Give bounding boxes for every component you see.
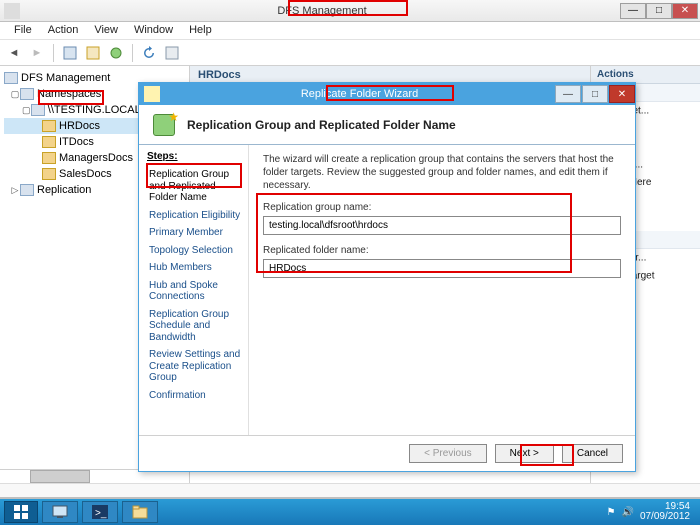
- system-tray: ⚑ 🔊 19:54 07/09/2012: [607, 502, 696, 522]
- app-icon: [4, 3, 20, 19]
- svg-text:>_: >_: [95, 508, 107, 519]
- tray-flag-icon[interactable]: ⚑: [607, 507, 616, 518]
- step-hub-spoke[interactable]: Hub and Spoke Connections: [147, 277, 246, 306]
- back-button[interactable]: ◄: [4, 43, 24, 63]
- group-name-label: Replication group name:: [263, 202, 621, 213]
- next-button[interactable]: Next >: [495, 444, 554, 463]
- tree-label: HRDocs: [59, 120, 100, 132]
- toolbar-btn-1[interactable]: [60, 43, 80, 63]
- tray-date: 07/09/2012: [640, 512, 690, 522]
- folder-icon: [42, 120, 56, 132]
- taskbar-item-explorer[interactable]: [122, 501, 158, 523]
- steps-heading: Steps:: [147, 151, 246, 162]
- tree-label: SalesDocs: [59, 168, 112, 180]
- expander-icon[interactable]: ▢: [21, 105, 31, 116]
- tree-label: ManagersDocs: [59, 152, 133, 164]
- menu-bar: File Action View Window Help: [0, 22, 700, 40]
- wizard-header: ★ Replication Group and Replicated Folde…: [139, 105, 635, 145]
- expander-icon[interactable]: ▢: [10, 89, 20, 100]
- share-icon: [31, 104, 45, 116]
- wizard-maximize-button[interactable]: □: [582, 85, 608, 103]
- expander-icon[interactable]: ▷: [10, 185, 20, 196]
- close-button[interactable]: ✕: [672, 3, 698, 19]
- cancel-button[interactable]: Cancel: [562, 444, 623, 463]
- toolbar-refresh[interactable]: [139, 43, 159, 63]
- menu-view[interactable]: View: [86, 22, 126, 39]
- step-hub-members[interactable]: Hub Members: [147, 259, 246, 277]
- taskbar-item-server[interactable]: [42, 501, 78, 523]
- wizard-icon: [144, 86, 160, 102]
- start-button[interactable]: [4, 501, 38, 523]
- replicate-folder-wizard: Replicate Folder Wizard — □ ✕ ★ Replicat…: [138, 82, 636, 472]
- folder-icon: [42, 152, 56, 164]
- menu-window[interactable]: Window: [126, 22, 181, 39]
- tree-label: DFS Management: [21, 72, 110, 84]
- wizard-header-icon: ★: [149, 110, 179, 140]
- tree-label: ITDocs: [59, 136, 94, 148]
- step-topology[interactable]: Topology Selection: [147, 242, 246, 260]
- wizard-header-text: Replication Group and Replicated Folder …: [187, 118, 456, 132]
- wizard-steps: Steps: Replication Group and Replicated …: [139, 145, 249, 435]
- namespace-root-icon: [4, 72, 18, 84]
- folder-name-label: Replicated folder name:: [263, 245, 621, 256]
- window-buttons: — □ ✕: [620, 3, 698, 19]
- window-title: DFS Management: [24, 5, 620, 17]
- step-schedule[interactable]: Replication Group Schedule and Bandwidth: [147, 306, 246, 347]
- folder-icon: [42, 168, 56, 180]
- main-titlebar: DFS Management — □ ✕: [0, 0, 700, 22]
- toolbar: ◄ ►: [0, 40, 700, 66]
- wizard-titlebar: Replicate Folder Wizard — □ ✕: [139, 83, 635, 105]
- group-name-input[interactable]: [263, 216, 621, 235]
- step-review[interactable]: Review Settings and Create Replication G…: [147, 346, 246, 387]
- toolbar-btn-3[interactable]: [106, 43, 126, 63]
- tree-label: Namespaces: [37, 88, 101, 100]
- wizard-close-button[interactable]: ✕: [609, 85, 635, 103]
- toolbar-help[interactable]: [162, 43, 182, 63]
- folder-icon: [20, 88, 34, 100]
- wizard-content: The wizard will create a replication gro…: [249, 145, 635, 435]
- menu-file[interactable]: File: [6, 22, 40, 39]
- taskbar-item-powershell[interactable]: >_: [82, 501, 118, 523]
- wizard-minimize-button[interactable]: —: [555, 85, 581, 103]
- tray-volume-icon[interactable]: 🔊: [621, 507, 633, 518]
- step-eligibility[interactable]: Replication Eligibility: [147, 207, 246, 225]
- step-group-name[interactable]: Replication Group and Replicated Folder …: [147, 166, 246, 207]
- menu-help[interactable]: Help: [181, 22, 220, 39]
- wizard-title: Replicate Folder Wizard: [165, 88, 554, 100]
- maximize-button[interactable]: □: [646, 3, 672, 19]
- wizard-footer: < Previous Next > Cancel: [139, 435, 635, 471]
- previous-button[interactable]: < Previous: [409, 444, 487, 463]
- wizard-description: The wizard will create a replication gro…: [263, 153, 621, 192]
- field-group-name: Replication group name:: [263, 202, 621, 235]
- tree-label: Replication: [37, 184, 91, 196]
- replication-icon: [20, 184, 34, 196]
- forward-button[interactable]: ►: [27, 43, 47, 63]
- toolbar-btn-2[interactable]: [83, 43, 103, 63]
- taskbar: >_ ⚑ 🔊 19:54 07/09/2012: [0, 499, 700, 525]
- minimize-button[interactable]: —: [620, 3, 646, 19]
- field-folder-name: Replicated folder name:: [263, 245, 621, 278]
- step-confirmation[interactable]: Confirmation: [147, 387, 246, 405]
- tray-clock[interactable]: 19:54 07/09/2012: [640, 502, 690, 522]
- status-gap: [0, 483, 700, 497]
- menu-action[interactable]: Action: [40, 22, 87, 39]
- step-primary-member[interactable]: Primary Member: [147, 224, 246, 242]
- folder-name-input[interactable]: [263, 259, 621, 278]
- folder-icon: [42, 136, 56, 148]
